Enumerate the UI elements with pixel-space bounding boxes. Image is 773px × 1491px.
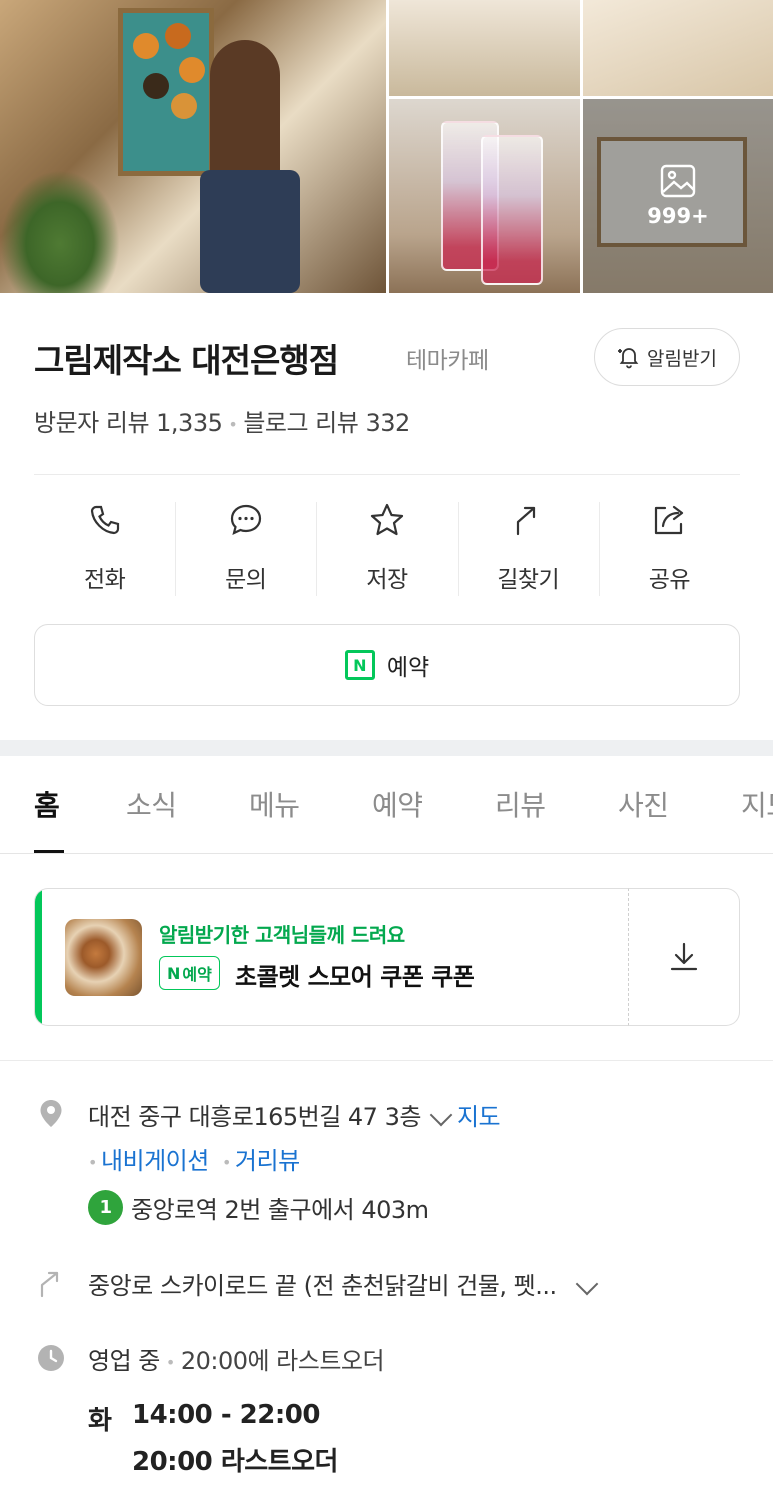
separator-dot: • (88, 1152, 97, 1172)
action-bar: 전화 문의 저장 길찾기 공유 (34, 498, 740, 598)
place-category: 테마카페 (406, 348, 489, 374)
image-icon (660, 164, 696, 198)
separator-dot: • (228, 414, 238, 434)
naver-booking-icon: N (344, 650, 375, 680)
directions-icon (40, 1271, 59, 1298)
clock-icon (38, 1345, 64, 1371)
phone-icon (90, 505, 119, 535)
last-order-note: 20:00에 라스트오더 (180, 1347, 385, 1375)
directions-button[interactable]: 길찾기 (457, 498, 599, 598)
photo-plant (0, 170, 120, 293)
tab-photo[interactable]: 사진 (618, 784, 669, 824)
directions-row[interactable]: 중앙로 스카이로드 끝 (전 춘천닭갈비 건물, 펫... (88, 1266, 603, 1301)
subway-line-badge: 1 (88, 1190, 123, 1225)
photo-thumb-2[interactable] (583, 0, 773, 96)
star-icon (370, 503, 404, 536)
separator-dot: • (221, 1152, 231, 1172)
tab-home[interactable]: 홈 (34, 784, 60, 824)
photo-person (200, 40, 310, 293)
chevron-down-icon[interactable] (429, 1103, 453, 1127)
chevron-down-icon[interactable] (575, 1272, 598, 1296)
tab-review[interactable]: 리뷰 (495, 784, 546, 824)
directions-label: 길찾기 (497, 567, 560, 593)
place-header: 그림제작소 대전은행점 테마카페 알림받기 (34, 328, 740, 388)
photo-count: 999+ (647, 204, 709, 228)
place-name: 그림제작소 대전은행점 (34, 341, 339, 380)
photo-more-overlay[interactable]: 999+ (583, 99, 773, 293)
call-button[interactable]: 전화 (34, 498, 175, 598)
subway-text: 중앙로역 2번 출구에서 403m (131, 1196, 429, 1224)
coupon-body[interactable]: 알림받기한 고객님들께 드려요 N 예약 초콜렛 스모어 쿠폰 쿠폰 (34, 888, 628, 1026)
coupon-booking-badge: N 예약 (159, 956, 220, 990)
bell-plus-icon (618, 348, 639, 369)
visitor-reviews-link[interactable]: 방문자 리뷰 1,335 (34, 409, 223, 437)
coupon-card[interactable]: 알림받기한 고객님들께 드려요 N 예약 초콜렛 스모어 쿠폰 쿠폰 (34, 888, 740, 1026)
inquiry-button[interactable]: 문의 (175, 498, 316, 598)
chat-icon (230, 504, 261, 535)
reserve-label: 예약 (386, 655, 430, 681)
notify-button[interactable]: 알림받기 (594, 328, 740, 386)
coupon-subtitle: 알림받기한 고객님들께 드려요 (159, 923, 405, 947)
share-button[interactable]: 공유 (598, 498, 740, 598)
hours-time: 14:00 - 22:00 (132, 1400, 320, 1430)
hours-day: 화 (88, 1406, 112, 1436)
reserve-button[interactable]: N 예약 (34, 624, 740, 706)
tab-bar: 홈 소식 메뉴 예약 리뷰 사진 지도 (0, 756, 773, 854)
tab-news[interactable]: 소식 (126, 784, 177, 824)
active-tab-indicator (34, 850, 64, 853)
directions-icon (517, 506, 536, 536)
address-row[interactable]: 대전 중구 대흥로165번길 47 3층 지도 (88, 1097, 501, 1132)
street-view-link[interactable]: 거리뷰 (235, 1147, 300, 1175)
subway-info: 1 중앙로역 2번 출구에서 403m (88, 1190, 429, 1225)
divider (34, 474, 740, 475)
notify-label: 알림받기 (647, 347, 717, 370)
inquiry-label: 문의 (225, 567, 267, 593)
share-label: 공유 (648, 567, 691, 593)
review-summary: 방문자 리뷰 1,335 • 블로그 리뷰 332 (34, 403, 410, 438)
photo-thumb-3[interactable] (389, 99, 580, 293)
photo-main[interactable] (0, 0, 386, 293)
directions-text: 중앙로 스카이로드 끝 (전 춘천닭갈비 건물, 펫... (88, 1272, 557, 1300)
photo-gallery[interactable]: 999+ (0, 0, 773, 293)
business-status-row[interactable]: 영업 중 • 20:00에 라스트오더 (88, 1341, 385, 1376)
section-divider (0, 740, 773, 756)
blog-reviews-link[interactable]: 블로그 리뷰 332 (243, 409, 410, 437)
address-text: 대전 중구 대흥로165번길 47 3층 (88, 1103, 421, 1131)
naver-n-icon: N (167, 963, 181, 983)
save-label: 저장 (366, 567, 408, 593)
photo-thumb-1[interactable] (389, 0, 580, 96)
tab-menu[interactable]: 메뉴 (249, 784, 300, 824)
divider (0, 1060, 773, 1061)
address-links: • 내비게이션 • 거리뷰 (88, 1141, 300, 1176)
coupon-thumbnail (65, 919, 142, 996)
map-link[interactable]: 지도 (457, 1103, 501, 1131)
open-status: 영업 중 (88, 1347, 160, 1375)
coupon-download-button[interactable] (628, 888, 740, 1026)
share-icon (655, 505, 684, 535)
navigation-link[interactable]: 내비게이션 (101, 1147, 209, 1175)
coupon-name: 초콜렛 스모어 쿠폰 쿠폰 (235, 963, 475, 991)
hours-last-order: 20:00 라스트오더 (132, 1447, 338, 1477)
download-icon (670, 942, 698, 971)
tab-map[interactable]: 지도 (741, 784, 773, 824)
tab-reservation[interactable]: 예약 (372, 784, 423, 824)
coupon-tag-label: 예약 (182, 965, 212, 984)
location-pin-icon (40, 1100, 62, 1127)
save-button[interactable]: 저장 (316, 498, 457, 598)
call-label: 전화 (83, 567, 126, 593)
separator-dot: • (165, 1352, 175, 1372)
